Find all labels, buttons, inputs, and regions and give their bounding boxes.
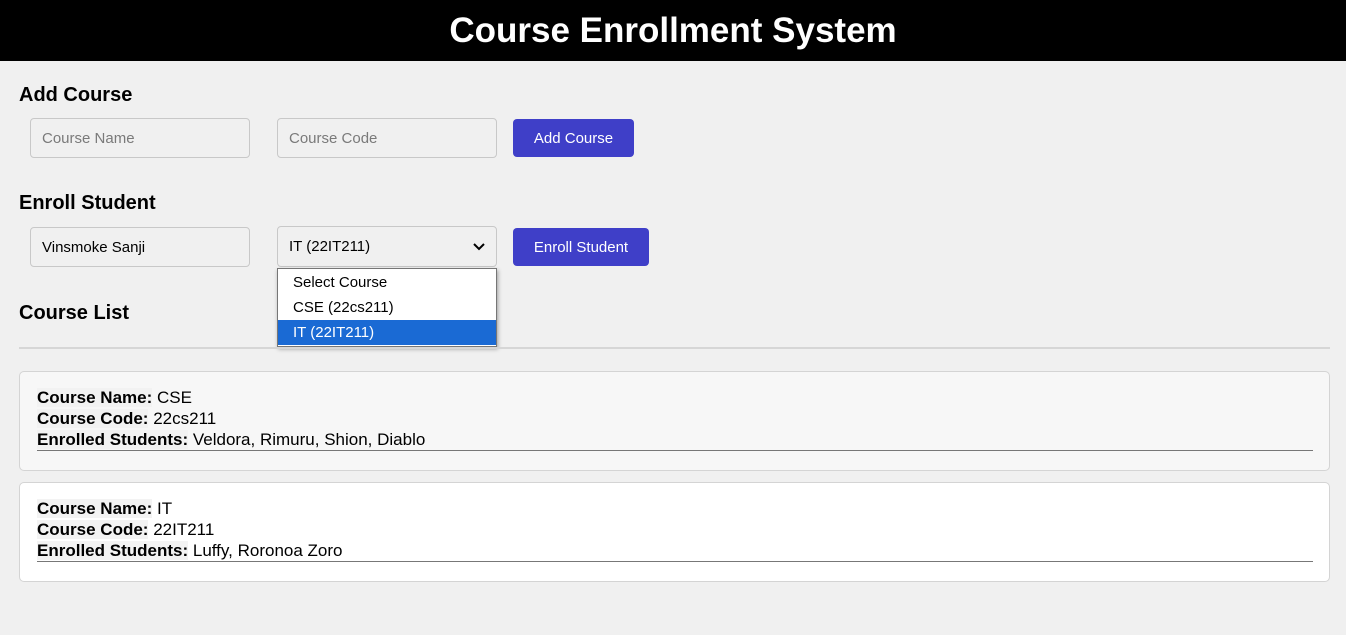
enrolled-students-value: Veldora, Rimuru, Shion, Diablo [192, 430, 426, 449]
course-code-label: Course Code: [37, 409, 149, 428]
enrolled-students-row: Enrolled Students: Veldora, Rimuru, Shio… [37, 429, 1313, 450]
select-option-it[interactable]: IT (22IT211) [278, 320, 496, 345]
course-list-divider [19, 347, 1330, 349]
enrolled-students-row: Enrolled Students: Luffy, Roronoa Zoro [37, 540, 1313, 561]
add-course-heading: Add Course [19, 84, 133, 106]
course-code-input[interactable] [277, 118, 497, 158]
app-header: Course Enrollment System [0, 0, 1346, 61]
course-select-value: IT (22IT211) [289, 238, 371, 255]
student-name-input[interactable] [30, 227, 250, 267]
course-card-body: Course Name: CSE Course Code: 22cs211 En… [37, 387, 1313, 451]
select-option-cse[interactable]: CSE (22cs211) [278, 295, 496, 320]
course-name-input[interactable] [30, 118, 250, 158]
course-name-value: IT [157, 499, 173, 518]
course-name-label: Course Name: [37, 388, 153, 407]
select-option-placeholder[interactable]: Select Course [278, 270, 496, 295]
enrolled-students-label: Enrolled Students: [37, 541, 189, 560]
chevron-down-icon [473, 241, 485, 253]
course-code-row: Course Code: 22IT211 [37, 519, 1313, 540]
course-code-row: Course Code: 22cs211 [37, 408, 1313, 429]
enroll-student-heading: Enroll Student [19, 192, 156, 214]
enrolled-students-value: Luffy, Roronoa Zoro [192, 541, 343, 560]
course-list-heading: Course List [19, 302, 130, 324]
course-code-label: Course Code: [37, 520, 149, 539]
course-select[interactable]: IT (22IT211) [277, 226, 497, 267]
course-name-row: Course Name: CSE [37, 387, 1313, 408]
course-name-label: Course Name: [37, 499, 153, 518]
course-card-body: Course Name: IT Course Code: 22IT211 Enr… [37, 498, 1313, 562]
course-card: Course Name: CSE Course Code: 22cs211 En… [19, 371, 1330, 471]
enroll-student-button[interactable]: Enroll Student [513, 228, 649, 266]
course-code-value: 22cs211 [153, 409, 217, 428]
course-select-dropdown: Select Course CSE (22cs211) IT (22IT211) [277, 268, 497, 347]
course-name-value: CSE [157, 388, 192, 407]
enrolled-students-label: Enrolled Students: [37, 430, 189, 449]
course-name-row: Course Name: IT [37, 498, 1313, 519]
course-card: Course Name: IT Course Code: 22IT211 Enr… [19, 482, 1330, 582]
page-title: Course Enrollment System [449, 10, 897, 50]
course-code-value: 22IT211 [153, 520, 215, 539]
add-course-button[interactable]: Add Course [513, 119, 634, 157]
